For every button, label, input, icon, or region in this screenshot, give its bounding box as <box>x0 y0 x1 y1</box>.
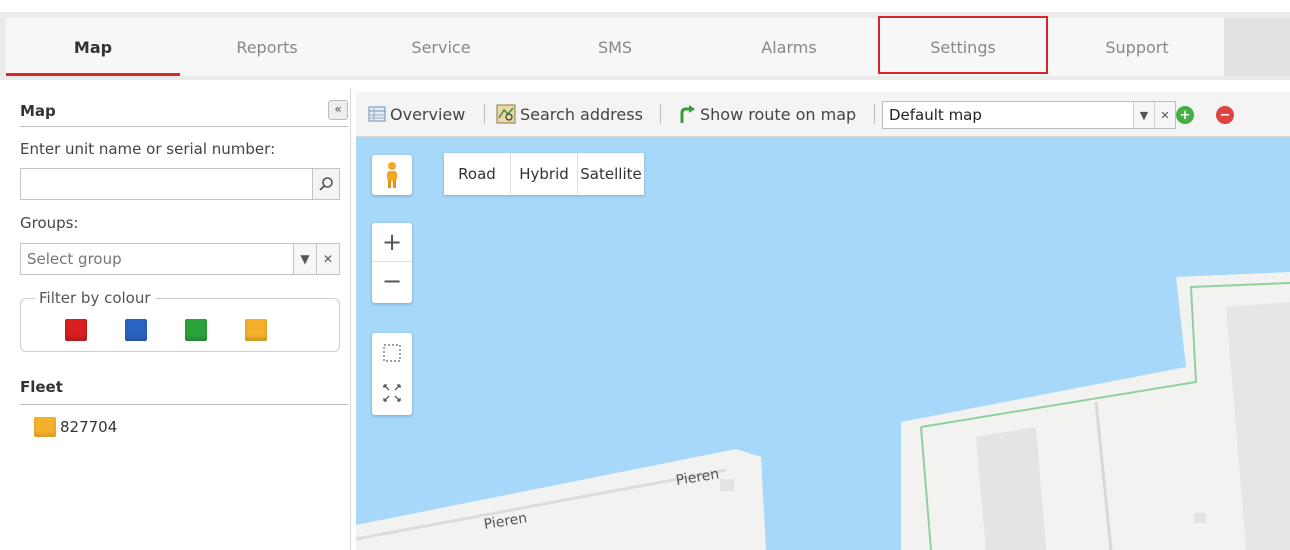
tab-label: Support <box>1105 37 1169 57</box>
toolbar-divider <box>660 104 661 124</box>
building-block <box>976 427 1046 550</box>
map-type-road[interactable]: Road <box>444 153 511 195</box>
colour-filter: Filter by colour <box>20 289 340 352</box>
tab-map[interactable]: Map <box>6 18 180 76</box>
clear-icon[interactable]: ✕ <box>316 244 339 274</box>
tab-sms[interactable]: SMS <box>528 18 702 76</box>
tab-label: Reports <box>236 37 298 57</box>
tabbar-filler <box>1224 18 1290 76</box>
map-sidebar: Map « Enter unit name or serial number: … <box>8 88 351 550</box>
search-address-label: Search address <box>520 104 643 124</box>
show-route-label: Show route on map <box>700 104 857 124</box>
group-select[interactable]: Select group ▼ ✕ <box>20 243 340 275</box>
tab-alarms[interactable]: Alarms <box>702 18 876 76</box>
remove-map-button[interactable]: − <box>1216 106 1234 124</box>
table-icon <box>368 106 386 122</box>
unit-search-input[interactable] <box>21 169 323 197</box>
sidebar-title: Map <box>20 102 56 120</box>
toolbar-divider <box>484 104 485 124</box>
tab-label: Service <box>411 37 471 57</box>
tab-label: Alarms <box>761 37 817 57</box>
toolbar-divider <box>874 104 875 124</box>
expand-arrows-icon <box>383 384 401 402</box>
zoom-controls: + − <box>372 223 412 303</box>
unit-color-icon <box>34 417 56 437</box>
chevron-down-icon[interactable]: ▼ <box>1133 102 1154 128</box>
collapse-sidebar-button[interactable]: « <box>328 100 348 120</box>
pegman-icon <box>387 162 397 188</box>
map-canvas[interactable]: Pieren Pieren Road Hybrid Satellite + − <box>356 137 1290 550</box>
map-marker-box <box>720 479 734 491</box>
chevron-down-icon[interactable]: ▼ <box>293 244 316 274</box>
map-toolbar: Overview Search address Show route on ma… <box>356 92 1290 137</box>
map-type-satellite[interactable]: Satellite <box>578 153 644 195</box>
street-view-pegman[interactable] <box>372 155 412 195</box>
zoom-in-button[interactable]: + <box>372 223 412 262</box>
unit-search-label: Enter unit name or serial number: <box>20 140 276 158</box>
map-land-layer <box>356 272 1290 550</box>
tab-service[interactable]: Service <box>354 18 528 76</box>
map-type-label: Satellite <box>580 165 642 183</box>
map-layer-select[interactable]: Default map ▼ ✕ <box>882 101 1176 129</box>
tab-label: Map <box>73 37 113 57</box>
unit-search-box <box>20 168 340 200</box>
filter-green-swatch[interactable] <box>185 319 207 341</box>
tab-label: Settings <box>930 37 996 57</box>
group-select-placeholder: Select group <box>27 250 122 268</box>
tab-list: Map Reports Service SMS Alarms Settings … <box>6 16 1224 76</box>
box-select-button[interactable] <box>372 333 412 373</box>
groups-label: Groups: <box>20 214 79 232</box>
fullscreen-button[interactable] <box>372 373 412 413</box>
clear-icon[interactable]: ✕ <box>1154 102 1175 128</box>
map-marker-box <box>1194 513 1206 523</box>
map-layer-value: Default map <box>889 106 982 124</box>
top-strip <box>0 0 1290 12</box>
tab-label: SMS <box>597 37 633 57</box>
show-route-button[interactable]: Show route on map <box>676 102 856 126</box>
filter-blue-swatch[interactable] <box>125 319 147 341</box>
zoom-out-button[interactable]: − <box>372 262 412 300</box>
overview-label: Overview <box>390 104 466 124</box>
sidebar-header: Map « <box>20 98 348 127</box>
fleet-header: Fleet <box>20 376 348 405</box>
route-icon <box>680 105 695 123</box>
tab-settings[interactable]: Settings <box>876 16 1050 76</box>
map-type-hybrid[interactable]: Hybrid <box>511 153 578 195</box>
fleet-title: Fleet <box>20 378 63 396</box>
map-search-icon <box>496 104 516 124</box>
fleet-unit-label: 827704 <box>60 418 118 436</box>
map-tool-controls <box>372 333 412 415</box>
dashed-square-icon <box>383 344 401 362</box>
colour-filter-label: Filter by colour <box>35 289 155 307</box>
tab-reports[interactable]: Reports <box>180 18 354 76</box>
search-address-button[interactable]: Search address <box>496 102 643 126</box>
tab-support[interactable]: Support <box>1050 18 1224 76</box>
overview-button[interactable]: Overview <box>368 102 465 126</box>
map-type-label: Hybrid <box>519 165 569 183</box>
filter-yellow-swatch[interactable] <box>245 319 267 341</box>
map-type-label: Road <box>458 165 496 183</box>
add-map-button[interactable]: + <box>1176 106 1194 124</box>
fleet-unit-item[interactable]: 827704 <box>34 416 117 438</box>
main-navigation: Map Reports Service SMS Alarms Settings … <box>0 12 1290 80</box>
filter-red-swatch[interactable] <box>65 319 87 341</box>
map-type-switcher: Road Hybrid Satellite <box>444 153 644 195</box>
search-icon[interactable] <box>312 169 339 199</box>
